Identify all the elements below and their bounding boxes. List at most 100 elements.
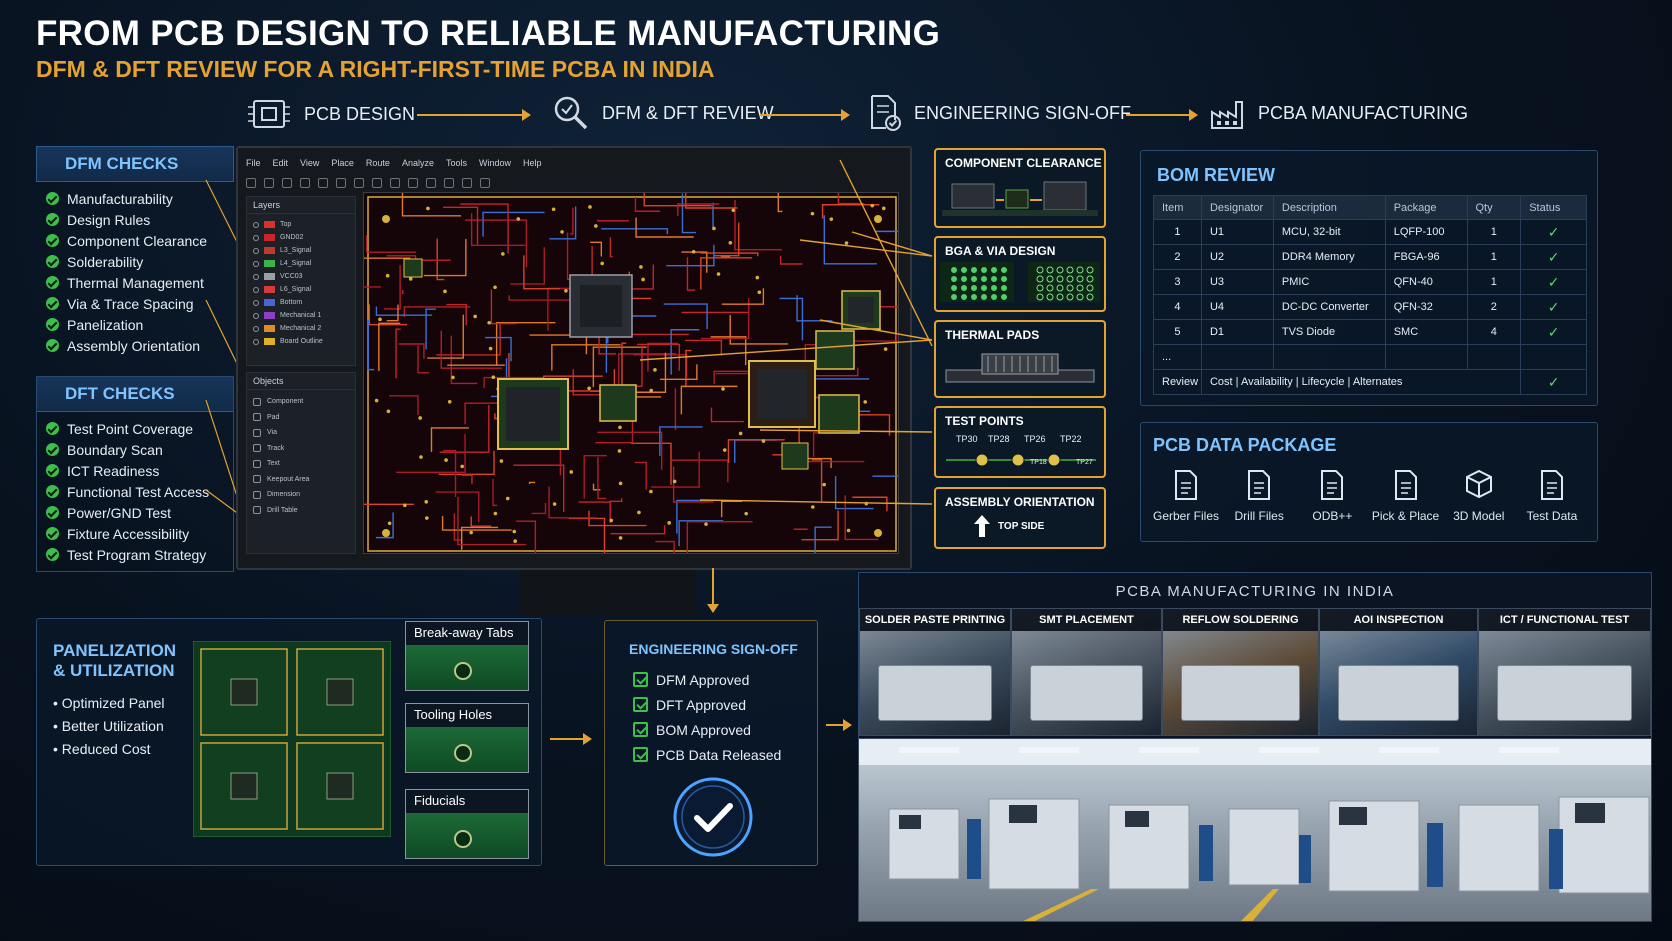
package-item[interactable]: Drill Files bbox=[1224, 469, 1294, 523]
callout-title: COMPONENT CLEARANCE bbox=[945, 156, 1102, 170]
eye-icon[interactable] bbox=[253, 221, 259, 228]
package-item[interactable]: Pick & Place bbox=[1371, 469, 1441, 523]
object-row[interactable]: Component bbox=[247, 394, 355, 410]
pcb-via bbox=[451, 375, 455, 380]
object-icon bbox=[253, 428, 261, 437]
menu-item[interactable]: Tools bbox=[446, 158, 467, 168]
toolbar-button[interactable] bbox=[390, 178, 400, 188]
layer-row[interactable]: GND02 bbox=[247, 231, 355, 244]
layer-row[interactable]: VCC03 bbox=[247, 270, 355, 283]
package-item[interactable]: Gerber Files bbox=[1151, 469, 1221, 523]
checkbox-checked-icon bbox=[633, 722, 648, 737]
object-row[interactable]: Drill Table bbox=[247, 503, 355, 519]
toolbar-button[interactable] bbox=[354, 178, 364, 188]
menu-item[interactable]: Edit bbox=[273, 158, 289, 168]
panelization-title-line: PANELIZATION bbox=[53, 641, 177, 660]
check-icon bbox=[46, 464, 59, 477]
manufacturing-step: SMT PLACEMENT bbox=[1011, 608, 1162, 736]
flow-step-pcb-design: PCB DESIGN bbox=[246, 97, 415, 131]
eye-icon[interactable] bbox=[253, 273, 259, 280]
test-point-label: TP18 bbox=[1030, 459, 1047, 466]
eye-icon[interactable] bbox=[253, 338, 259, 345]
toolbar-button[interactable] bbox=[336, 178, 346, 188]
layer-row[interactable]: Board Outline bbox=[247, 335, 355, 348]
object-row[interactable]: Text bbox=[247, 456, 355, 472]
layer-row[interactable]: L4_Signal bbox=[247, 257, 355, 270]
eye-icon[interactable] bbox=[253, 286, 259, 293]
package-item[interactable]: Test Data bbox=[1517, 469, 1587, 523]
toolbar-button[interactable] bbox=[480, 178, 490, 188]
pcb-trace bbox=[447, 364, 505, 366]
component-clearance-illustration bbox=[942, 181, 1098, 216]
manufacturing-step-label: AOI INSPECTION bbox=[1320, 609, 1477, 631]
object-row[interactable]: Track bbox=[247, 441, 355, 457]
bom-column-header: Package bbox=[1384, 195, 1468, 220]
bom-cell-designator: U4 bbox=[1200, 294, 1274, 320]
bga-ball bbox=[971, 276, 977, 282]
pcb-via bbox=[447, 399, 452, 404]
eye-icon[interactable] bbox=[253, 234, 259, 241]
eye-icon[interactable] bbox=[253, 299, 259, 306]
feature-label: Tooling Holes bbox=[414, 707, 493, 722]
object-row[interactable]: Dimension bbox=[247, 487, 355, 503]
toolbar-button[interactable] bbox=[318, 178, 328, 188]
check-icon bbox=[46, 318, 59, 331]
pcb-via bbox=[512, 529, 517, 534]
bom-cell-package: LQFP-100 bbox=[1384, 219, 1468, 245]
toolbar-button[interactable] bbox=[444, 178, 454, 188]
pcb-via bbox=[488, 346, 493, 351]
object-row[interactable]: Via bbox=[247, 425, 355, 441]
pcb-via bbox=[600, 261, 604, 266]
menu-item[interactable]: Route bbox=[366, 158, 390, 168]
bga-ball bbox=[991, 276, 997, 282]
manufacturing-step: REFLOW SOLDERING bbox=[1162, 608, 1319, 736]
toolbar-button[interactable] bbox=[408, 178, 418, 188]
toolbar-button[interactable] bbox=[264, 178, 274, 188]
layer-row[interactable]: L6_Signal bbox=[247, 283, 355, 296]
menu-item[interactable]: Window bbox=[479, 158, 511, 168]
pcb-via bbox=[618, 536, 623, 540]
menu-item[interactable]: File bbox=[246, 158, 261, 168]
layer-row[interactable]: Bottom bbox=[247, 296, 355, 309]
bom-cell-empty bbox=[1384, 344, 1468, 370]
menu-item[interactable]: Analyze bbox=[402, 158, 434, 168]
toolbar-button[interactable] bbox=[426, 178, 436, 188]
layer-row[interactable]: Mechanical 1 bbox=[247, 309, 355, 322]
layer-row[interactable]: Top bbox=[247, 218, 355, 231]
pick-place-file-icon bbox=[1394, 470, 1417, 500]
test-points-illustration: TP30 TP28 TP26 TP22 TP18 TP27 bbox=[946, 434, 1096, 467]
layer-row[interactable]: L3_Signal bbox=[247, 244, 355, 257]
menu-item[interactable]: Help bbox=[523, 158, 542, 168]
check-label: Thermal Management bbox=[67, 274, 204, 291]
pcb-via bbox=[378, 317, 382, 322]
toolbar-button[interactable] bbox=[300, 178, 310, 188]
check-label: Panelization bbox=[67, 316, 144, 333]
package-item[interactable]: 3D Model bbox=[1444, 469, 1514, 523]
bga-ball bbox=[951, 285, 957, 291]
menu-item[interactable]: View bbox=[300, 158, 319, 168]
bga-ball bbox=[971, 267, 977, 273]
object-row[interactable]: Pad bbox=[247, 410, 355, 426]
menu-item[interactable]: Place bbox=[331, 158, 354, 168]
dfm-check-item: Manufacturability bbox=[46, 188, 224, 209]
eye-icon[interactable] bbox=[253, 247, 259, 254]
eye-icon[interactable] bbox=[253, 260, 259, 267]
eye-icon[interactable] bbox=[253, 325, 259, 332]
check-label: Fixture Accessibility bbox=[67, 525, 190, 542]
eye-icon[interactable] bbox=[253, 312, 259, 319]
check-label: Solderability bbox=[67, 253, 144, 270]
bga-ball bbox=[1001, 294, 1007, 300]
package-item[interactable]: ODB++ bbox=[1297, 469, 1367, 523]
object-row[interactable]: Keepout Area bbox=[247, 472, 355, 488]
pcb-via bbox=[418, 416, 422, 420]
object-name: Text bbox=[267, 460, 280, 468]
bullet-dot: • bbox=[53, 718, 62, 734]
layer-row[interactable]: Mechanical 2 bbox=[247, 322, 355, 335]
toolbar-button[interactable] bbox=[282, 178, 292, 188]
pcb-via bbox=[469, 530, 473, 535]
toolbar-button[interactable] bbox=[462, 178, 472, 188]
toolbar-button[interactable] bbox=[246, 178, 256, 188]
toolbar-button[interactable] bbox=[372, 178, 382, 188]
layer-color-swatch bbox=[264, 325, 275, 332]
flow-step-dfm-dft-review: DFM & DFT REVIEW bbox=[552, 94, 774, 132]
